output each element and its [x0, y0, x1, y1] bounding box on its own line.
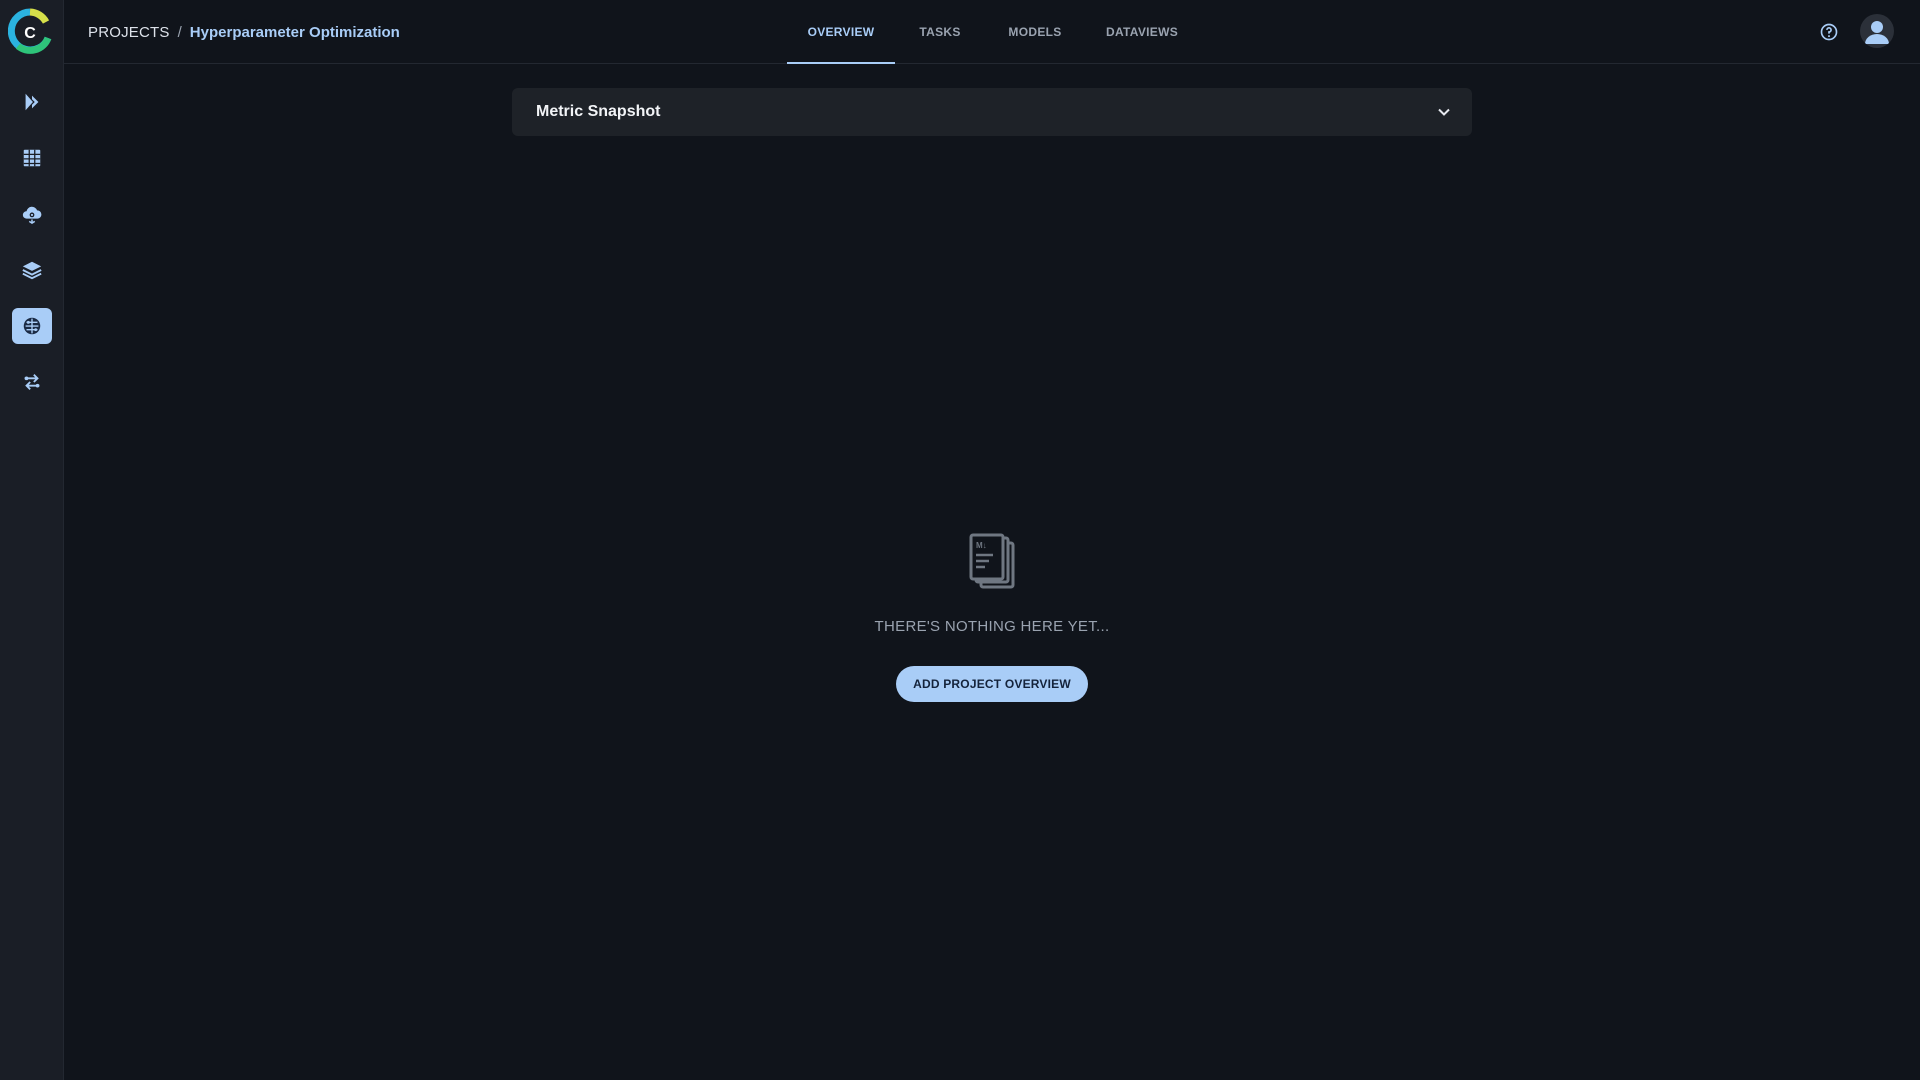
- breadcrumb: PROJECTS / Hyperparameter Optimization: [88, 0, 400, 64]
- help-circle-icon: [1820, 23, 1838, 41]
- tab-models[interactable]: MODELS: [985, 0, 1085, 64]
- sidebar-item-orchestration[interactable]: [12, 196, 52, 232]
- add-project-overview-button[interactable]: ADD PROJECT OVERVIEW: [896, 666, 1088, 702]
- user-icon: [1865, 21, 1889, 44]
- empty-state-message: THERE'S NOTHING HERE YET...: [874, 618, 1110, 635]
- brain-icon: [23, 317, 41, 335]
- svg-text:M↓: M↓: [976, 541, 987, 550]
- user-avatar[interactable]: [1860, 14, 1894, 48]
- metric-snapshot-title: Metric Snapshot: [536, 103, 661, 120]
- project-tabs: OVERVIEW TASKS MODELS DATAVIEWS: [787, 0, 1199, 64]
- help-button[interactable]: [1817, 20, 1841, 44]
- clearml-logo-icon[interactable]: C: [7, 8, 52, 56]
- metric-snapshot-panel[interactable]: Metric Snapshot: [512, 88, 1472, 136]
- sidebar-item-reports[interactable]: [12, 364, 52, 400]
- datasets-grid-icon: [23, 149, 41, 167]
- sidebar-item-models[interactable]: [12, 252, 52, 288]
- layers-icon: [22, 261, 42, 280]
- sidebar-item-datasets[interactable]: [12, 140, 52, 176]
- swap-arrows-icon: [24, 374, 40, 390]
- cloud-gear-icon: [22, 206, 42, 225]
- tab-tasks[interactable]: TASKS: [895, 0, 985, 64]
- pipeline-play-icon: [25, 93, 39, 111]
- svg-text:C: C: [24, 25, 36, 42]
- sidebar: C: [0, 0, 64, 1080]
- sidebar-item-pipelines[interactable]: [12, 84, 52, 120]
- tab-dataviews[interactable]: DATAVIEWS: [1085, 0, 1199, 64]
- chevron-down-icon[interactable]: [1434, 102, 1454, 122]
- markdown-documents-icon: M↓: [969, 533, 1015, 589]
- sidebar-item-experiments[interactable]: [12, 308, 52, 344]
- breadcrumb-current-project[interactable]: Hyperparameter Optimization: [190, 24, 400, 41]
- tab-overview[interactable]: OVERVIEW: [787, 0, 895, 64]
- breadcrumb-projects-link[interactable]: PROJECTS: [88, 24, 170, 41]
- breadcrumb-separator: /: [177, 23, 182, 41]
- top-header: PROJECTS / Hyperparameter Optimization O…: [64, 0, 1920, 64]
